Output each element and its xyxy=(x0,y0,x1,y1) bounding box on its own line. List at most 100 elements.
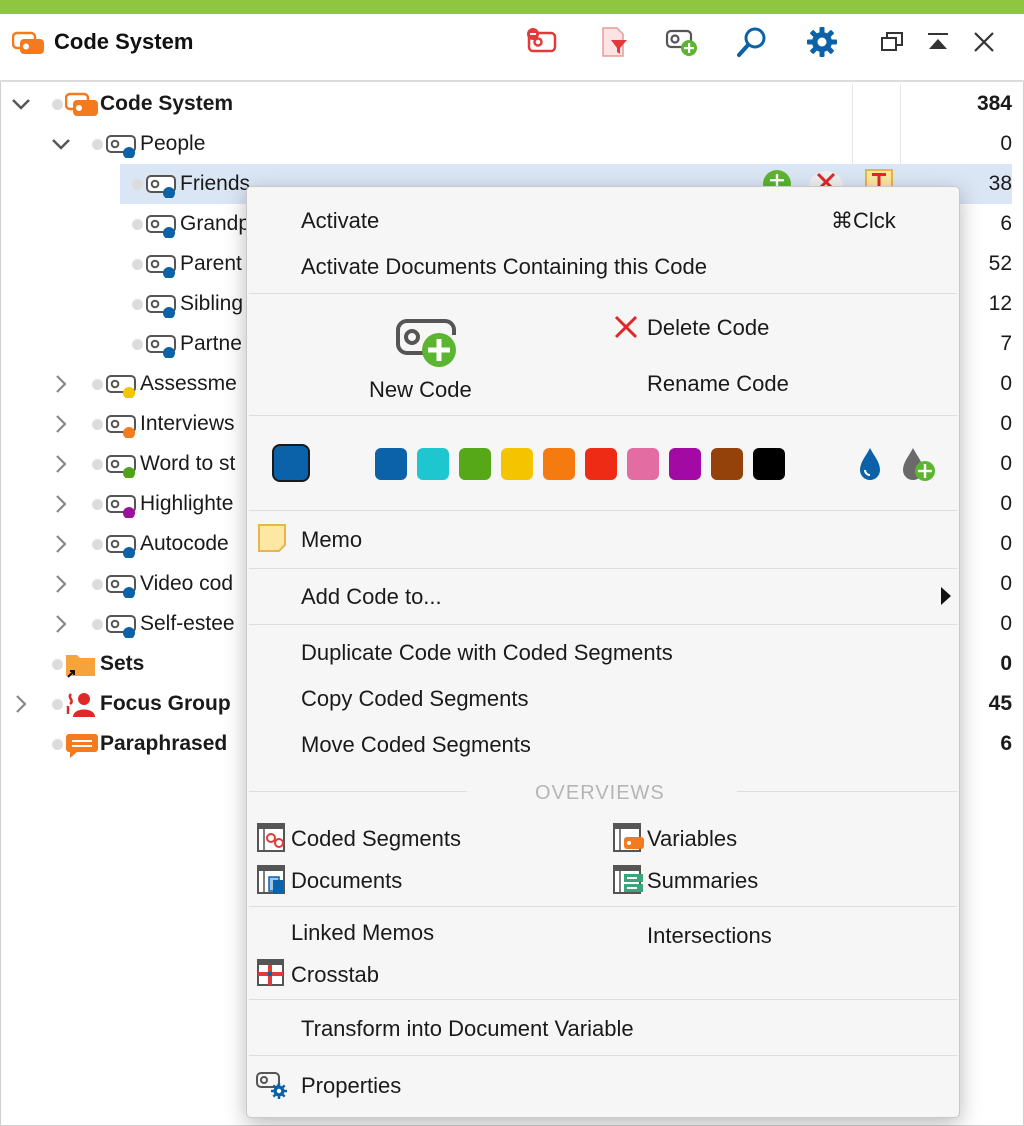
tree-row-label: Parent xyxy=(180,252,242,275)
menu-add-code-to[interactable]: Add Code to... xyxy=(301,584,442,610)
tree-row-label: Autocode xyxy=(140,532,229,555)
search-icon[interactable] xyxy=(734,24,770,60)
color-swatch[interactable] xyxy=(753,448,785,480)
tree-row-count: 384 xyxy=(976,92,1012,115)
undock-window-icon[interactable] xyxy=(874,24,910,60)
code-icon xyxy=(145,172,179,199)
menu-rename-code[interactable]: Rename Code xyxy=(647,371,789,397)
color-swatch[interactable] xyxy=(669,448,701,480)
menu-separator xyxy=(249,1055,957,1056)
collapse-panel-icon[interactable] xyxy=(920,24,956,60)
menu-move-coded-segments[interactable]: Move Coded Segments xyxy=(301,732,531,758)
chevron-right-icon[interactable] xyxy=(50,533,72,555)
color-swatch[interactable] xyxy=(711,448,743,480)
tree-row-label: Interviews xyxy=(140,412,235,435)
settings-gear-icon[interactable] xyxy=(804,24,840,60)
menu-crosstab[interactable]: Crosstab xyxy=(291,962,379,988)
tree-row-count: 0 xyxy=(1000,412,1012,435)
tree-row-label: Self-estee xyxy=(140,612,235,635)
code-memo-icon[interactable] xyxy=(864,168,894,188)
menu-overview-variables[interactable]: Variables xyxy=(647,826,737,852)
chevron-right-icon[interactable] xyxy=(50,413,72,435)
activation-dot[interactable] xyxy=(52,739,63,750)
color-swatch[interactable] xyxy=(375,448,407,480)
chevron-right-icon[interactable] xyxy=(50,453,72,475)
activation-dot[interactable] xyxy=(92,419,103,430)
chevron-right-icon[interactable] xyxy=(10,693,32,715)
section-divider xyxy=(737,791,957,792)
chevron-right-icon[interactable] xyxy=(50,573,72,595)
menu-linked-memos[interactable]: Linked Memos xyxy=(291,920,434,946)
activation-dot[interactable] xyxy=(92,499,103,510)
chevron-down-icon[interactable] xyxy=(50,133,72,155)
add-subcode-icon[interactable] xyxy=(762,168,792,188)
filter-icon[interactable] xyxy=(596,24,632,60)
add-color-drop-icon[interactable] xyxy=(899,444,941,484)
paraphrase-icon xyxy=(65,732,99,758)
code-icon xyxy=(145,252,179,279)
color-swatch[interactable] xyxy=(417,448,449,480)
color-swatch[interactable] xyxy=(627,448,659,480)
menu-overview-coded-segments[interactable]: Coded Segments xyxy=(291,826,461,852)
menu-delete-code[interactable]: Delete Code xyxy=(647,315,769,341)
submenu-arrow-icon xyxy=(941,587,951,605)
custom-color-drop-icon[interactable] xyxy=(855,444,885,482)
code-icon xyxy=(105,572,139,599)
new-code-button[interactable]: New Code xyxy=(357,307,497,407)
close-icon[interactable] xyxy=(966,24,1002,60)
code-icon xyxy=(105,612,139,639)
activation-dot[interactable] xyxy=(132,179,143,190)
activation-dot[interactable] xyxy=(52,699,63,710)
menu-separator xyxy=(249,415,957,416)
menu-copy-coded-segments[interactable]: Copy Coded Segments xyxy=(301,686,528,712)
color-swatch[interactable] xyxy=(543,448,575,480)
menu-overview-documents[interactable]: Documents xyxy=(291,868,402,894)
activation-dot[interactable] xyxy=(92,459,103,470)
menu-separator xyxy=(249,624,957,625)
menu-overview-summaries[interactable]: Summaries xyxy=(647,868,758,894)
memo-icon xyxy=(258,524,286,552)
color-swatch[interactable] xyxy=(585,448,617,480)
tree-row-count: 0 xyxy=(1000,652,1012,675)
reset-activations-icon[interactable] xyxy=(524,24,560,60)
menu-transform-document-variable[interactable]: Transform into Document Variable xyxy=(301,1016,634,1042)
activate-shortcut: ⌘Clck xyxy=(831,208,896,233)
chevron-right-icon[interactable] xyxy=(50,493,72,515)
tree-row-label: Assessme xyxy=(140,372,237,395)
delete-code-inline-icon[interactable] xyxy=(808,168,844,188)
section-divider xyxy=(249,791,467,792)
menu-activate[interactable]: Activate xyxy=(301,208,379,234)
menu-properties[interactable]: Properties xyxy=(301,1073,401,1099)
chevron-right-icon[interactable] xyxy=(50,373,72,395)
activation-dot[interactable] xyxy=(92,139,103,150)
current-color-swatch[interactable] xyxy=(272,444,310,482)
activation-dot[interactable] xyxy=(92,579,103,590)
focus-group-icon xyxy=(65,692,99,718)
chevron-down-icon[interactable] xyxy=(10,93,32,115)
tree-row[interactable]: People 0 xyxy=(0,124,1024,164)
activation-dot[interactable] xyxy=(52,99,63,110)
color-swatch[interactable] xyxy=(501,448,533,480)
activation-dot[interactable] xyxy=(52,659,63,670)
menu-activate-documents[interactable]: Activate Documents Containing this Code xyxy=(301,254,707,280)
activation-dot[interactable] xyxy=(132,299,143,310)
code-icon xyxy=(105,452,139,479)
code-system-icon xyxy=(64,92,99,118)
menu-duplicate-code[interactable]: Duplicate Code with Coded Segments xyxy=(301,640,673,666)
menu-intersections[interactable]: Intersections xyxy=(647,923,772,949)
tree-row-label: Friends xyxy=(180,172,251,195)
tree-row-label: Code System xyxy=(100,92,234,115)
menu-memo[interactable]: Memo xyxy=(301,527,362,553)
activation-dot[interactable] xyxy=(132,339,143,350)
color-swatch[interactable] xyxy=(459,448,491,480)
new-code-icon[interactable] xyxy=(664,24,700,60)
code-icon xyxy=(105,532,139,559)
chevron-right-icon[interactable] xyxy=(50,613,72,635)
activation-dot[interactable] xyxy=(132,259,143,270)
activation-dot[interactable] xyxy=(92,539,103,550)
tree-row[interactable]: Code System 384 xyxy=(0,84,1024,124)
activation-dot[interactable] xyxy=(92,619,103,630)
activation-dot[interactable] xyxy=(132,219,143,230)
coded-segments-overview-icon xyxy=(257,823,285,852)
activation-dot[interactable] xyxy=(92,379,103,390)
